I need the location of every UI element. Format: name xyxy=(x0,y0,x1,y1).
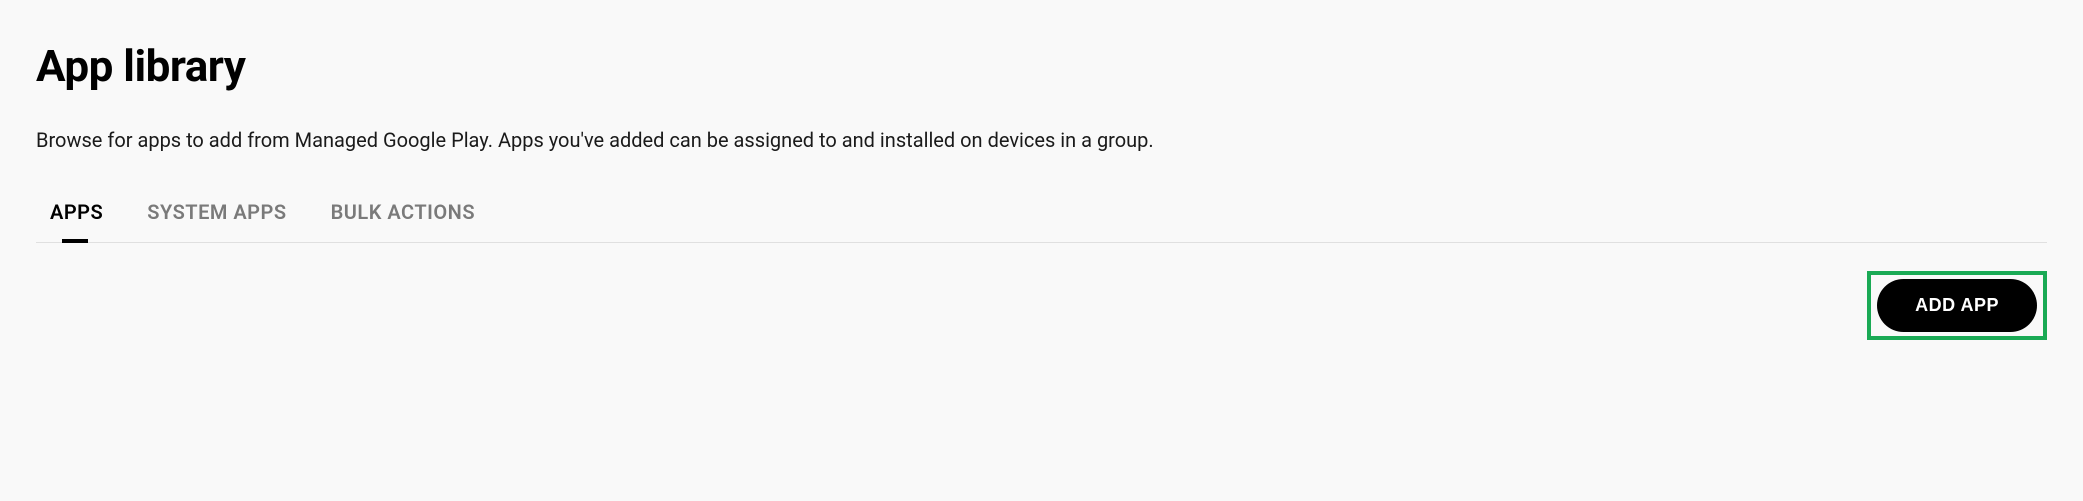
highlight-box: ADD APP xyxy=(1867,271,2047,340)
tab-system-apps[interactable]: SYSTEM APPS xyxy=(147,200,286,242)
page-title: App library xyxy=(36,40,2047,92)
tab-apps[interactable]: APPS xyxy=(50,200,103,242)
tab-bulk-actions[interactable]: BULK ACTIONS xyxy=(331,200,475,242)
tabs-container: APPS SYSTEM APPS BULK ACTIONS xyxy=(36,200,2047,243)
page-description: Browse for apps to add from Managed Goog… xyxy=(36,128,2047,152)
actions-row: ADD APP xyxy=(36,243,2047,340)
add-app-button[interactable]: ADD APP xyxy=(1877,279,2037,332)
